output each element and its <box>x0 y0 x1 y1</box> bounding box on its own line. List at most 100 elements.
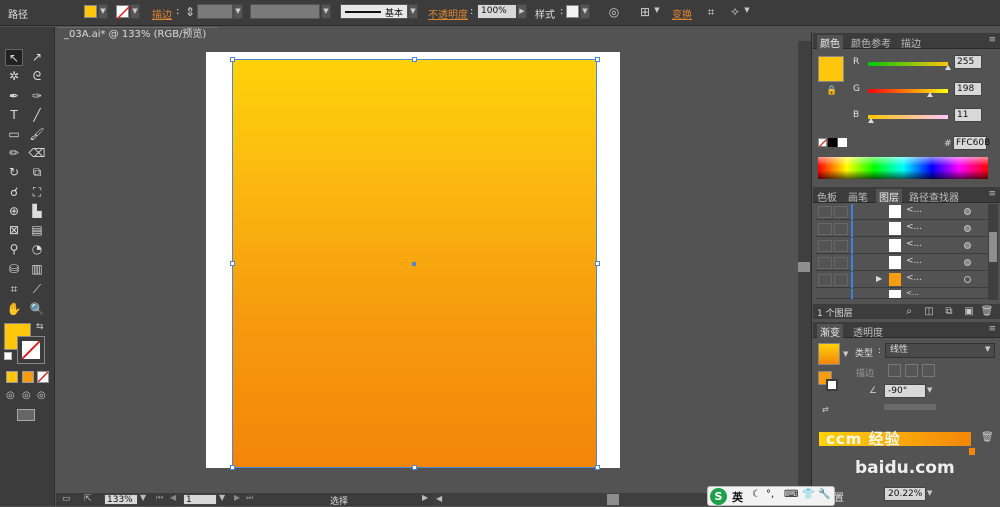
draw-normal-icon[interactable]: ◎ <box>6 390 15 401</box>
gradient-angle-field[interactable]: -90° <box>884 384 926 398</box>
delete-stop-icon[interactable]: 🗑 <box>981 432 994 443</box>
keyboard-icon[interactable]: ⌨ <box>784 489 798 500</box>
delete-layer-icon[interactable]: 🗑 <box>979 305 995 318</box>
expand-arrow-icon[interactable]: ▶ <box>876 274 882 283</box>
opacity-field[interactable]: 100% <box>477 4 517 19</box>
stroke-gradient-within-icon[interactable] <box>888 364 901 377</box>
visibility-toggle[interactable] <box>818 206 832 218</box>
layer-row[interactable]: <... <box>816 238 988 254</box>
locate-object-icon[interactable]: ⌕ <box>901 305 917 318</box>
target-circle-icon[interactable] <box>964 259 971 266</box>
green-slider-track[interactable] <box>868 89 948 93</box>
tab-color[interactable]: 颜色 <box>817 35 843 50</box>
document-tab[interactable]: _03A.ai* @ 133% (RGB/预览) <box>58 27 218 41</box>
direct-selection-tool-icon[interactable]: ↗ <box>28 49 46 66</box>
stroke-dropdown-arrow[interactable]: ▼ <box>130 4 140 19</box>
zoom-tool-icon[interactable]: 🔍 <box>28 301 46 318</box>
aspect-ratio-field[interactable] <box>884 404 936 410</box>
new-layer-icon[interactable]: ▣ <box>961 305 977 318</box>
sogou-logo-icon[interactable]: S <box>710 488 727 505</box>
white-swatch[interactable] <box>838 138 847 147</box>
gradient-preset-arrow[interactable]: ▼ <box>843 350 848 358</box>
clipping-mask-icon[interactable]: ◫ <box>921 305 937 318</box>
zoom-field[interactable]: 133% <box>104 494 138 505</box>
none-color-swatch[interactable] <box>818 138 828 148</box>
horizontal-scroll-thumb[interactable] <box>607 494 619 505</box>
zoom-dropdown-arrow[interactable]: ▼ <box>140 493 146 502</box>
gradient-tool-icon[interactable]: ▤ <box>28 222 46 239</box>
bounding-handle[interactable] <box>412 465 417 470</box>
visibility-toggle[interactable] <box>818 240 832 252</box>
gradient-type-arrow[interactable]: ▼ <box>985 345 990 353</box>
bounding-handle[interactable] <box>412 57 417 62</box>
next-artboard-arrow[interactable]: ▶ <box>234 493 240 502</box>
tab-color-guide[interactable]: 颜色参考 <box>851 35 891 50</box>
stroke-swatch[interactable] <box>116 5 131 20</box>
default-colors-icon[interactable] <box>4 352 12 360</box>
fill-swatch[interactable] <box>84 5 97 18</box>
hand-tool-icon[interactable]: ✋ <box>5 301 23 318</box>
scroll-left-arrow[interactable]: ◀ <box>436 494 442 503</box>
red-slider-knob[interactable] <box>945 65 951 70</box>
transform-label-link[interactable]: 变换 <box>672 6 692 21</box>
stroke-stepper-icon[interactable]: ⇕ <box>183 5 197 19</box>
warp-tool-icon[interactable]: ☌ <box>5 184 23 201</box>
stroke-weight-arrow[interactable]: ▼ <box>233 4 243 19</box>
blue-slider-track[interactable] <box>868 115 948 119</box>
red-value-field[interactable]: 255 <box>954 55 982 69</box>
lock-toggle[interactable] <box>834 206 848 218</box>
new-sublayer-icon[interactable]: ⧉ <box>941 305 957 318</box>
red-slider-track[interactable] <box>868 62 948 66</box>
rotate-tool-icon[interactable]: ↻ <box>5 164 23 181</box>
export-icon[interactable]: ⇱ <box>84 494 92 504</box>
draw-behind-icon[interactable]: ◎ <box>22 390 31 401</box>
artboard-number-field[interactable]: 1 <box>183 494 217 505</box>
tab-stroke[interactable]: 描边 <box>901 35 921 50</box>
stroke-color-box[interactable] <box>17 336 45 364</box>
opacity-arrow[interactable]: ▶ <box>517 4 527 19</box>
panel-menu-icon[interactable]: ≡ <box>988 189 996 199</box>
none-mode-button[interactable] <box>37 371 49 383</box>
target-circle-icon[interactable] <box>964 276 971 283</box>
lock-toggle[interactable] <box>834 257 848 269</box>
blend-tool-icon[interactable]: ◔ <box>28 241 46 258</box>
free-transform-tool-icon[interactable]: ⛶ <box>28 184 46 201</box>
column-graph-tool-icon[interactable]: ▥ <box>28 261 46 278</box>
visibility-toggle[interactable] <box>818 257 832 269</box>
line-tool-icon[interactable]: ╱ <box>28 107 46 124</box>
eraser-tool-icon[interactable]: ⌫ <box>28 145 46 162</box>
layer-row[interactable]: <... <box>816 255 988 271</box>
layer-row[interactable]: <... <box>816 204 988 220</box>
tab-pathfinder[interactable]: 路径查找器 <box>909 189 959 204</box>
reverse-gradient-icon[interactable]: ⇄ <box>822 405 829 414</box>
stroke-label-link[interactable]: 描边 <box>152 6 172 21</box>
window-icon[interactable]: ▭ <box>62 494 71 504</box>
gradient-end-stop[interactable] <box>968 447 976 456</box>
style-swatch[interactable] <box>566 5 579 18</box>
isolate-object-icon[interactable]: ⌗ <box>704 5 718 19</box>
transform-options-arrow[interactable]: ▼ <box>742 4 752 19</box>
recolor-artwork-icon[interactable]: ◎ <box>607 5 621 19</box>
symbol-sprayer-tool-icon[interactable]: ⛁ <box>5 261 23 278</box>
align-icon[interactable]: ⊞ <box>638 5 652 19</box>
lock-toggle[interactable] <box>834 223 848 235</box>
black-swatch[interactable] <box>828 138 837 147</box>
layer-row[interactable]: ▶ <... <box>816 272 988 288</box>
gradient-mode-button[interactable] <box>22 371 34 383</box>
screen-mode-icon[interactable] <box>17 409 35 421</box>
fill-dropdown-arrow[interactable]: ▼ <box>98 4 108 19</box>
stroke-gradient-across-icon[interactable] <box>922 364 935 377</box>
transform-options-icon[interactable]: ✧ <box>728 5 742 19</box>
tools-icon[interactable]: 🔧 <box>818 489 830 500</box>
swap-fill-stroke-icon[interactable]: ⇆ <box>36 322 44 332</box>
selection-tool-icon[interactable]: ↖ <box>5 49 23 66</box>
location-field[interactable]: 20.22% <box>884 487 926 501</box>
pen-tool-icon[interactable]: ✒ <box>5 88 23 105</box>
prev-artboard-arrow[interactable]: ◀ <box>170 493 176 502</box>
bounding-handle[interactable] <box>595 57 600 62</box>
target-circle-icon[interactable] <box>964 242 971 249</box>
color-mode-button[interactable] <box>6 371 18 383</box>
blue-value-field[interactable]: 11 <box>954 108 982 122</box>
visibility-toggle[interactable] <box>818 274 832 286</box>
blue-slider-knob[interactable] <box>868 118 874 123</box>
